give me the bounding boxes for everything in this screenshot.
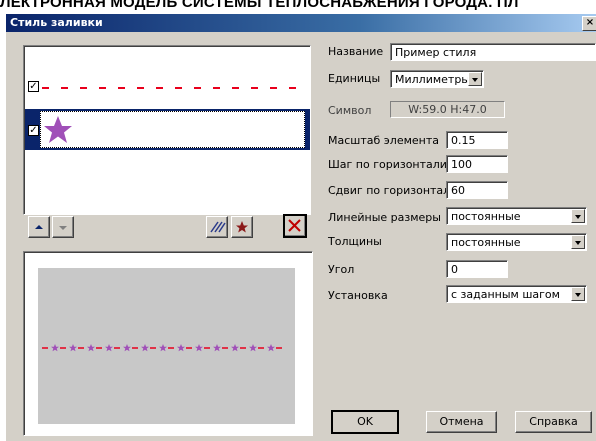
star-icon: [44, 116, 72, 143]
placement-value: с заданным шагом: [451, 288, 560, 301]
name-label: Название: [328, 45, 384, 58]
name-field[interactable]: Пример стиля: [390, 43, 596, 61]
fill-style-dialog: Стиль заливки × ✓ ✓ Название Пример стил…: [5, 13, 596, 441]
preview-canvas: [38, 268, 295, 424]
help-button[interactable]: Справка: [515, 411, 592, 433]
angle-field[interactable]: 0: [446, 260, 508, 278]
hshift-label: Сдвиг по горизонтали: [328, 184, 458, 197]
hstep-field[interactable]: 100: [446, 155, 508, 173]
linear-sizes-label: Линейные размеры: [328, 211, 441, 224]
delete-x-icon: [288, 219, 301, 232]
chevron-down-icon[interactable]: [468, 72, 482, 86]
down-arrow-icon: [59, 226, 67, 230]
window-title: Стиль заливки: [10, 16, 103, 29]
symbol-size: W:59.0 H:47.0: [390, 101, 505, 118]
scale-label: Масштаб элемента: [328, 134, 440, 147]
angle-label: Угол: [328, 263, 355, 276]
units-select[interactable]: Миллиметры: [390, 70, 484, 88]
title-bar[interactable]: Стиль заливки ×: [6, 14, 596, 32]
scale-field[interactable]: 0.15: [446, 131, 508, 149]
delete-button[interactable]: [283, 214, 307, 238]
placement-select[interactable]: с заданным шагом: [446, 285, 587, 303]
units-label: Единицы: [328, 72, 381, 85]
background-heading: ЛЕКТРОННАЯ МОДЕЛЬ СИСТЕМЫ ТЕПЛОСНАБЖЕНИЯ…: [0, 0, 519, 11]
checkbox-dashed-line[interactable]: ✓: [28, 81, 39, 92]
style-list[interactable]: ✓ ✓: [23, 45, 311, 215]
dashed-line-preview: [42, 87, 304, 89]
list-item-star-symbol[interactable]: ✓: [25, 109, 310, 150]
add-symbol-button[interactable]: [231, 216, 253, 238]
placement-label: Установка: [328, 289, 388, 302]
up-arrow-icon: [35, 225, 43, 229]
hstep-label: Шаг по горизонтали: [328, 158, 447, 171]
thickness-select[interactable]: постоянные: [446, 233, 587, 251]
preview-panel: [23, 251, 313, 436]
thickness-label: Толщины: [328, 235, 382, 248]
close-button[interactable]: ×: [582, 16, 596, 31]
linear-sizes-select[interactable]: постоянные: [446, 207, 587, 225]
chevron-down-icon[interactable]: [571, 287, 585, 301]
units-value: Миллиметры: [395, 73, 470, 86]
hatch-icon: [210, 221, 226, 233]
linear-sizes-value: постоянные: [451, 210, 521, 223]
star-icon: [236, 221, 248, 233]
symbol-label: Символ: [328, 104, 372, 117]
hshift-field[interactable]: 60: [446, 181, 508, 199]
cancel-button[interactable]: Отмена: [426, 411, 497, 433]
selected-item-body: [40, 111, 305, 148]
move-up-button[interactable]: [28, 216, 50, 238]
move-down-button[interactable]: [52, 216, 74, 238]
preview-pattern: [42, 344, 288, 352]
chevron-down-icon[interactable]: [571, 209, 585, 223]
chevron-down-icon[interactable]: [571, 235, 585, 249]
ok-button[interactable]: OK: [331, 410, 399, 434]
hatch-button[interactable]: [206, 216, 228, 238]
thickness-value: постоянные: [451, 236, 521, 249]
checkbox-star-symbol[interactable]: ✓: [28, 125, 39, 136]
list-item-dashed-line[interactable]: ✓: [26, 74, 308, 100]
